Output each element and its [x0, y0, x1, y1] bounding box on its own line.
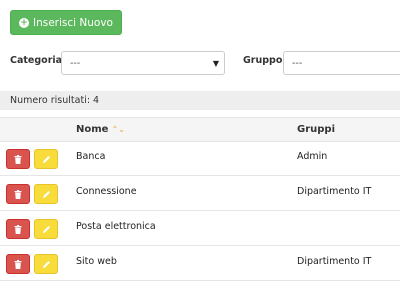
pencil-icon — [42, 260, 50, 268]
pencil-icon — [42, 190, 50, 198]
plus-icon: + — [19, 17, 29, 28]
gruppo-select-value: --- — [292, 57, 303, 69]
table-row: Connessione Dipartimento IT — [0, 177, 400, 211]
table-row: Sito web Dipartimento IT — [0, 247, 400, 281]
results-count: Numero risultati: 4 — [10, 95, 100, 106]
insert-new-label: Inserisci Nuovo — [33, 16, 113, 29]
categoria-select[interactable]: --- ▼ — [61, 51, 225, 75]
table-row: Posta elettronica — [0, 212, 400, 246]
row-gruppi: Dipartimento IT — [297, 256, 372, 267]
trash-icon — [14, 259, 22, 269]
delete-button[interactable] — [6, 184, 30, 204]
results-count-bar: Numero risultati: 4 — [0, 91, 400, 110]
row-nome: Sito web — [76, 256, 117, 267]
row-gruppi: Admin — [297, 151, 328, 162]
edit-button[interactable] — [34, 149, 58, 169]
categoria-select-value: --- — [70, 57, 81, 69]
row-nome: Banca — [76, 151, 106, 162]
edit-button[interactable] — [34, 219, 58, 239]
delete-button[interactable] — [6, 254, 30, 274]
trash-icon — [14, 189, 22, 199]
column-header-nome-label: Nome — [76, 124, 109, 135]
row-gruppi: Dipartimento IT — [297, 186, 372, 197]
edit-button[interactable] — [34, 184, 58, 204]
table-row: Banca Admin — [0, 142, 400, 176]
column-header-nome[interactable]: Nome ⌃⌄ — [76, 124, 125, 135]
pencil-icon — [42, 225, 50, 233]
trash-icon — [14, 154, 22, 164]
gruppo-label: Gruppo — [243, 55, 283, 66]
sort-icon[interactable]: ⌃⌄ — [111, 125, 124, 134]
row-nome: Posta elettronica — [76, 221, 156, 232]
trash-icon — [14, 224, 22, 234]
insert-new-button[interactable]: + Inserisci Nuovo — [10, 10, 122, 35]
categoria-label: Categoria — [10, 55, 63, 66]
pencil-icon — [42, 155, 50, 163]
row-nome: Connessione — [76, 186, 137, 197]
gruppo-select[interactable]: --- — [283, 51, 400, 75]
delete-button[interactable] — [6, 149, 30, 169]
delete-button[interactable] — [6, 219, 30, 239]
edit-button[interactable] — [34, 254, 58, 274]
caret-down-icon: ▼ — [212, 59, 219, 68]
table-header: Nome ⌃⌄ Gruppi — [0, 117, 400, 142]
column-header-gruppi: Gruppi — [297, 124, 336, 135]
